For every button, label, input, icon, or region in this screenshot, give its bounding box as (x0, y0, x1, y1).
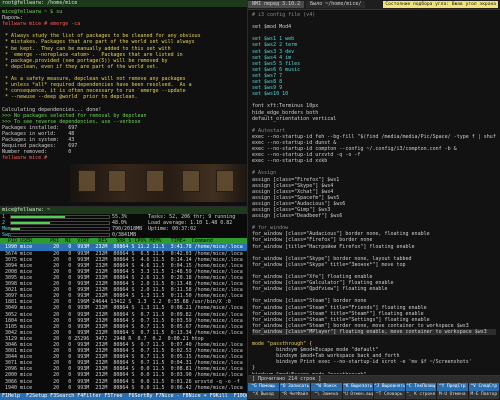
wallpaper-strip (70, 164, 247, 202)
status-tooltip: Состояние подбора угла: Вжав угол экрана (383, 1, 498, 8)
wallpaper-tile (78, 170, 96, 192)
process-row[interactable]: 2000 mice 20 0 993M 232M 80864 S 0.0 11.… (0, 372, 247, 378)
process-row[interactable]: 1940 mice 20 0 993M 232M 80864 S 0.0 11.… (0, 385, 247, 391)
shortcut-key[interactable]: ^R ЧитФайл (279, 391, 310, 399)
shortcut-key[interactable]: ^X Выход (248, 391, 279, 399)
wallpaper-tile (182, 170, 200, 192)
htop-footer[interactable]: F1Help F2Setup F3Search F4Filter F5Tree … (0, 393, 247, 400)
terminal-title: root@fellwarw: /home/mice (0, 0, 247, 7)
wallpaper-tile (216, 170, 234, 192)
editor-line[interactable]: bindsym Print exec --no-startup-id scrot… (252, 359, 496, 365)
process-row[interactable]: 3075 mice 20 0 993M 232M 80864 S 4.6 11.… (0, 257, 247, 263)
meter-value: 0/3841MB (112, 232, 137, 239)
editor-line[interactable]: for_window [class="Steam"] border none, … (252, 323, 496, 329)
shortcut-key[interactable]: ^G Помощь (248, 383, 279, 391)
process-row[interactable]: 1804 mice 20 0 993M 232M 80864 S 0.7 11.… (0, 318, 247, 324)
process-row[interactable]: 3066 mice 20 0 993M 232M 80864 S 0.0 11.… (0, 379, 247, 385)
process-row[interactable]: 1990 mice 20 0 993M 232M 80864 S 11.2 11… (0, 244, 247, 251)
htop-pane[interactable]: mice@fellwarw: ~ 1 55.3% Tasks: 52, 206 th… (0, 206, 248, 400)
shortcut-key[interactable]: ^U Отмен.выр (342, 391, 373, 399)
cpu-meter: Swp 0/3841MB (0, 232, 247, 238)
editor-bottom-bar: [ Прочитано 214 строк ] ^G Помощь ^O Запи… (248, 375, 500, 400)
desktop: root@fellwarw: /home/mice mice@fellwarw … (0, 0, 500, 400)
meter-bar-fill (11, 216, 65, 218)
meter-bar (10, 233, 110, 238)
shortcut-key[interactable]: M-U Отмена (437, 391, 468, 399)
meter-bar (10, 227, 110, 232)
process-row[interactable]: 3042 mice 20 0 993M 232M 80864 S 0.7 11.… (0, 330, 247, 336)
shortcut-key[interactable]: ^C ТекПозиц (405, 383, 436, 391)
shortcut-row-top: ^G Помощь ^O Записать ^W Поиск ^K Вырезать ^… (248, 383, 500, 391)
editor-line[interactable]: for_window [class="MPlayer"] floating en… (252, 328, 496, 335)
editor-pane[interactable]: NMI перед 3.10.2 Было ~/home/mice/ Состоя… (248, 0, 500, 400)
editor-tab[interactable]: Было ~/home/mice/ (306, 1, 366, 8)
htop-title: mice@fellwarw: ~ (0, 207, 247, 214)
terminal-top-left[interactable]: root@fellwarw: /home/mice mice@fellwarw … (0, 0, 248, 206)
terminal-output[interactable]: mice@fellwarw ~ $ su Пароль: fellwarw mice… (0, 7, 247, 163)
shortcut-key[interactable]: ^J Выровнять (374, 383, 405, 391)
process-row[interactable]: 3105 mice 20 0 993M 232M 80864 S 0.7 11.… (0, 324, 247, 330)
terminal-line: fellwarw mice # (2, 155, 51, 162)
editor-text-area[interactable]: # i3 config file (v4) set $mod Mod4 set $w… (248, 10, 500, 374)
shortcut-key[interactable]: ^K Вырезать (342, 383, 373, 391)
htop-meters: 1 55.3% Tasks: 52, 206 thr; 9 running 2 48.0… (0, 214, 247, 238)
shortcut-key[interactable]: ^T Словарь (374, 391, 405, 399)
process-row[interactable]: 3094 mice 20 0 993M 232M 80864 S 4.6 11.… (0, 263, 247, 269)
process-row[interactable]: 3052 mice 20 0 993M 232M 80864 S 0.7 11.… (0, 312, 247, 318)
process-row[interactable]: 3049 mice 20 0 993M 232M 80864 S 1.3 11.… (0, 305, 247, 311)
shortcut-key[interactable]: ^\ Замена (311, 391, 342, 399)
editor-tab[interactable]: NMI перед 3.10.2 (248, 1, 305, 8)
htop-process-list[interactable]: 1990 mice 20 0 993M 232M 80864 S 11.2 11… (0, 244, 247, 391)
editor-status-line: [ Прочитано 214 строк ] (248, 376, 500, 383)
wallpaper-tile (108, 170, 126, 192)
shortcut-key[interactable]: ^W Поиск (311, 383, 342, 391)
meter-bar (10, 221, 110, 226)
process-row[interactable]: 3674 mice 20 0 993M 232M 80864 S 6.5 11.… (0, 251, 247, 257)
shortcut-row-bottom: ^X Выход ^R ЧитФайл ^\ Замена ^U Отмен.выр ^… (248, 391, 500, 399)
meter-bar-fill (11, 222, 51, 225)
meter-bar-fill (11, 228, 20, 231)
shortcut-key[interactable]: M-E Повтор (468, 391, 499, 399)
editor-line[interactable]: bindsym $mod+Escape mode "passthrough" (252, 372, 496, 374)
wallpaper-tile (146, 170, 164, 192)
meter-bar (10, 215, 110, 219)
shortcut-key[interactable]: ^_ К строке (405, 391, 436, 399)
shortcut-key[interactable]: ^V СледСтр (468, 383, 499, 391)
shortcut-key[interactable]: ^O Записать (279, 383, 310, 391)
shortcut-key[interactable]: ^Y ПредСтр (437, 383, 468, 391)
